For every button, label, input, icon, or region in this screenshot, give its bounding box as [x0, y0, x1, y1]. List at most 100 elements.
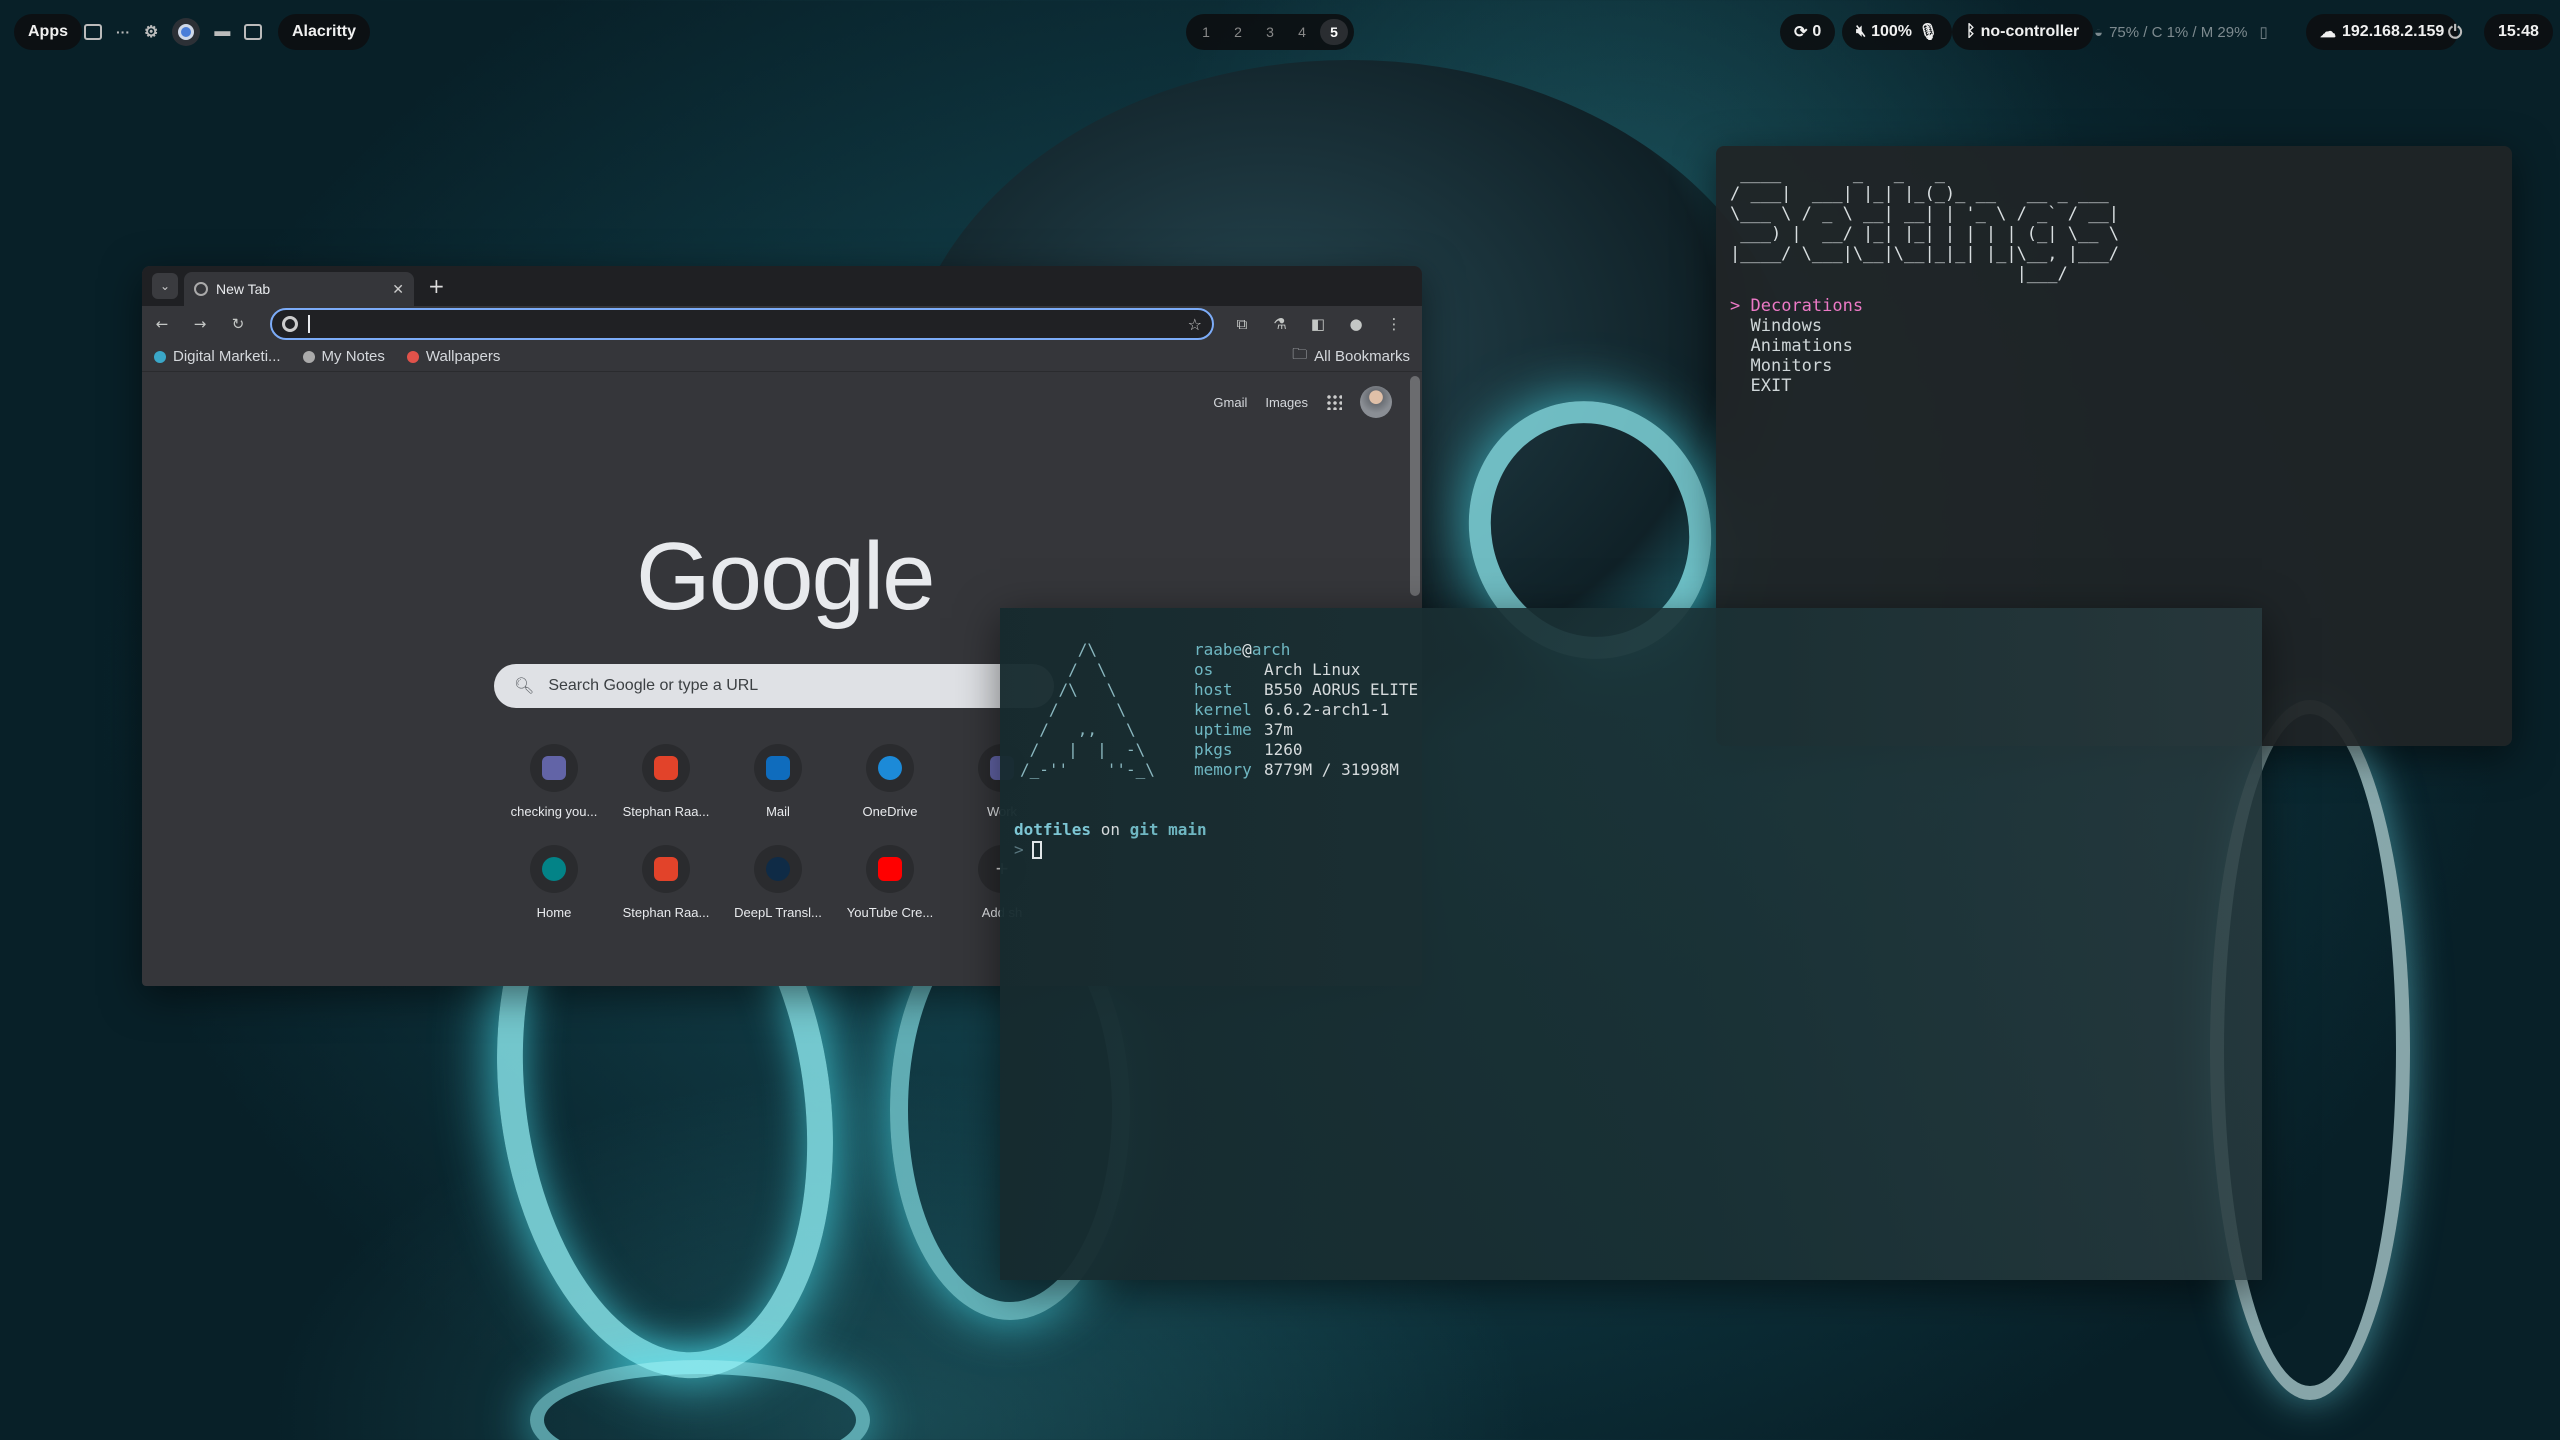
selector-arrow: > — [1730, 296, 1741, 316]
gmail-link[interactable]: Gmail — [1213, 395, 1247, 410]
folder-icon: 🗀︎ — [1292, 346, 1308, 363]
address-bar[interactable]: ☆ — [270, 308, 1214, 340]
power-icon[interactable]: ⏻ — [2448, 14, 2462, 50]
volume-indicator[interactable]: 🔇︎ 100% 🎙︎ — [1842, 14, 1953, 50]
menu-item-exit[interactable]: EXIT — [1730, 376, 2498, 396]
all-bookmarks-button[interactable]: 🗀︎ All Bookmarks — [1292, 344, 1410, 369]
workspace-button[interactable]: 4 — [1288, 19, 1316, 45]
shortcut-tile[interactable]: DeepL Transl... — [722, 845, 834, 920]
shortcut-label: Home — [536, 905, 572, 920]
new-tab-button[interactable]: + — [428, 274, 445, 298]
labs-flask-icon[interactable]: ⚗ — [1270, 315, 1290, 333]
updates-count: 0 — [1812, 23, 1822, 40]
apps-button[interactable]: Apps — [14, 14, 82, 50]
prompt-input-line[interactable]: > — [1014, 840, 1207, 860]
ntp-search-box[interactable]: 🔍︎ Search Google or type a URL — [494, 664, 1054, 708]
browser-toolbar: ← → ↻ ☆ ⧉ ⚗ ◧ ● ⋮ — [142, 306, 1422, 342]
outlook-mail-icon — [766, 756, 790, 780]
shortcut-tile[interactable]: OneDrive — [834, 744, 946, 819]
workspace-switcher: 1 2 3 4 5 — [1186, 14, 1354, 50]
profile-icon[interactable]: ● — [1346, 315, 1366, 333]
image-viewer-icon[interactable] — [84, 24, 102, 40]
info-key: host — [1194, 680, 1233, 699]
side-panel-icon[interactable]: ◧ — [1308, 315, 1328, 333]
menu-item-decorations[interactable]: > Decorations — [1730, 296, 2498, 316]
extensions-icon[interactable]: ⧉ — [1232, 315, 1252, 333]
info-value: B550 AORUS ELITE — [1264, 680, 1419, 699]
menu-item-windows[interactable]: Windows — [1730, 316, 2498, 336]
scrollbar[interactable] — [1410, 376, 1420, 596]
search-icon: 🔍︎ — [514, 678, 535, 695]
updates-indicator[interactable]: ⟳ 0 — [1780, 14, 1836, 50]
shortcut-label: DeepL Transl... — [734, 905, 822, 920]
shortcut-tile[interactable]: Mail — [722, 744, 834, 819]
shortcut-tile[interactable]: YouTube Cre... — [834, 845, 946, 920]
shortcut-tile[interactable]: Stephan Raa... — [610, 845, 722, 920]
reload-icon[interactable]: ↻ — [228, 315, 248, 333]
info-row: uptime 37m — [1194, 720, 1418, 740]
prompt-directory: dotfiles — [1014, 820, 1092, 839]
alacritty-terminal-window[interactable]: /\ / \ /\ \ / \ / ,, \ / | | -\ /_-'' ''… — [1000, 608, 2262, 1280]
quick-launcher: ··· ⚙ ▬ — [84, 14, 263, 50]
clipboard-icon[interactable]: ▯ — [2259, 23, 2267, 41]
back-icon[interactable]: ← — [152, 315, 172, 333]
system-stats: ◒ 75% / C 1% / M 29% ▯ — [2094, 14, 2268, 50]
bluetooth-indicator[interactable]: ᛒ no-controller — [1952, 14, 2094, 50]
shortcut-tile[interactable]: Home — [498, 845, 610, 920]
shortcut-label: Mail — [766, 804, 790, 819]
browser-icon[interactable] — [172, 18, 201, 46]
prompt-line: dotfiles on git main — [1014, 820, 1207, 840]
username: raabe — [1194, 640, 1243, 659]
clock[interactable]: 15:48 — [2484, 14, 2553, 50]
chevron-down-icon: ⌄ — [159, 279, 171, 293]
window-icon[interactable] — [244, 24, 263, 40]
bookmark-label: Wallpapers — [425, 348, 501, 365]
apps-grid-icon[interactable] — [1326, 394, 1342, 410]
bluetooth-icon: ᛒ — [1966, 23, 1976, 40]
bookmark-item[interactable]: Digital Marketi... — [154, 348, 281, 365]
shortcut-tile[interactable]: checking you... — [498, 744, 610, 819]
avatar[interactable] — [1360, 386, 1392, 418]
workspace-button[interactable]: 2 — [1224, 19, 1252, 45]
bookmark-item[interactable]: My Notes — [302, 348, 385, 365]
more-icon[interactable]: ··· — [116, 24, 130, 40]
shortcut-tiles: checking you... Stephan Raa... Mail OneD… — [498, 744, 1058, 920]
images-link[interactable]: Images — [1265, 395, 1308, 410]
workspace-button[interactable]: 1 — [1192, 19, 1220, 45]
gitlab-icon — [654, 756, 678, 780]
folder-icon[interactable]: ▬ — [214, 23, 230, 41]
bookmark-item[interactable]: Wallpapers — [406, 348, 501, 365]
search-placeholder: Search Google or type a URL — [548, 677, 759, 694]
volume-value: 100% — [1871, 23, 1913, 40]
forward-icon[interactable]: → — [190, 315, 210, 333]
shortcut-label: Stephan Raa... — [622, 905, 710, 920]
gear-icon[interactable]: ⚙ — [144, 22, 158, 42]
prompt-symbol: > — [1014, 840, 1024, 859]
info-value: Arch Linux — [1264, 660, 1361, 679]
bookmark-star-icon[interactable]: ☆ — [1188, 315, 1202, 334]
terminal-cursor — [1031, 841, 1042, 859]
network-indicator[interactable]: ☁ 192.168.2.159 — [2306, 14, 2459, 50]
tab-title: New Tab — [216, 281, 271, 297]
onedrive-cloud-icon — [878, 756, 902, 780]
at-sign: @ — [1242, 640, 1252, 659]
tab-new-tab[interactable]: New Tab ✕ — [184, 272, 414, 306]
tab-search-button[interactable]: ⌄ — [152, 273, 178, 299]
tab-strip: ⌄ New Tab ✕ + — [142, 266, 1422, 306]
workspace-button-active[interactable]: 5 — [1320, 19, 1348, 45]
info-key: uptime — [1194, 720, 1252, 739]
menu-item-monitors[interactable]: Monitors — [1730, 356, 2498, 376]
google-logo: Google — [636, 523, 936, 630]
deepl-icon — [766, 857, 790, 881]
close-tab-icon[interactable]: ✕ — [392, 281, 404, 298]
address-input[interactable] — [320, 315, 1178, 333]
bookmark-favicon-icon — [406, 350, 419, 363]
system-stats-text: 75% / C 1% / M 29% — [2109, 23, 2248, 41]
menu-item-animations[interactable]: Animations — [1730, 336, 2498, 356]
bookmark-label: My Notes — [321, 348, 385, 365]
prompt-git-branch: git main — [1129, 820, 1207, 839]
workspace-button[interactable]: 3 — [1256, 19, 1284, 45]
shortcut-tile[interactable]: Stephan Raa... — [610, 744, 722, 819]
kebab-menu-icon[interactable]: ⋮ — [1384, 315, 1404, 333]
info-value: 8779M / 31998M — [1264, 760, 1399, 779]
